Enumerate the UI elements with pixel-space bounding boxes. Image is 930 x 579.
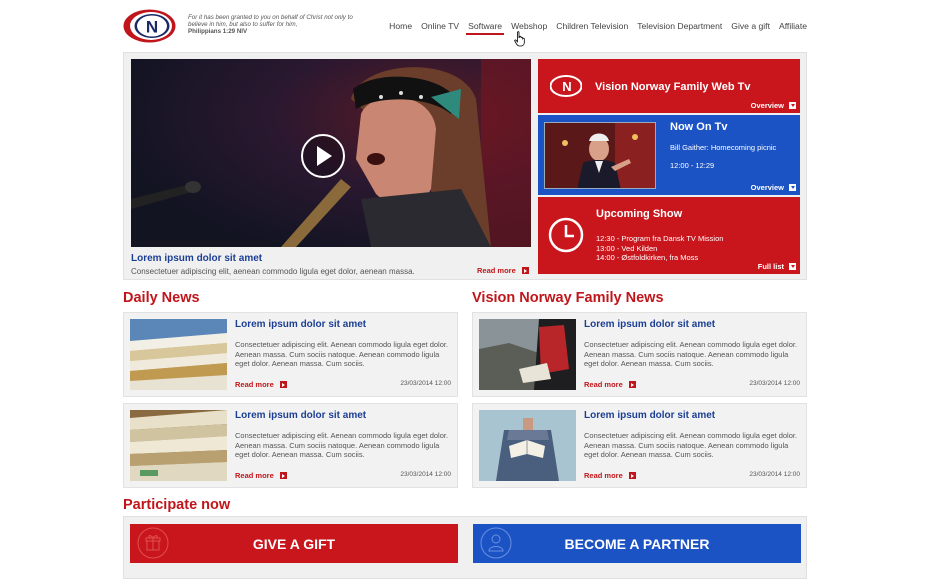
give-a-gift-button[interactable]: GIVE A GIFT [130,524,458,563]
become-a-partner-label: BECOME A PARTNER [564,535,710,552]
featured-description: Consectetuer adipiscing elit, aenean com… [131,267,415,276]
news-excerpt: Consectetuer adipiscing elit. Aenean com… [584,431,798,460]
news-date: 23/03/2014 12:00 [400,380,451,387]
news-excerpt: Consectetuer adipiscing elit. Aenean com… [235,431,449,460]
nav-children-television[interactable]: Children Television [556,21,628,31]
participate-heading: Participate now [123,497,231,513]
schedule-item[interactable]: 14:00 - Østfoldkirken, fra Moss [596,253,723,263]
news-thumbnail-reading-outdoors [479,319,576,390]
arrow-right-icon [628,381,636,388]
vision-norway-logo[interactable]: N [123,9,176,43]
nav-home[interactable]: Home [389,21,412,31]
news-date: 23/03/2014 12:00 [749,380,800,387]
read-more-label: Read more [235,380,274,389]
news-card[interactable]: Lorem ipsum dolor sit amet Consectetuer … [123,403,458,488]
read-more-label: Read more [235,471,274,480]
overview-label: Overview [750,101,784,110]
nav-affiliate[interactable]: Affiliate [779,21,807,31]
upcoming-schedule: 12:30 - Program fra Dansk TV Mission 13:… [596,234,723,263]
video-player[interactable] [131,59,531,247]
now-on-tv-time: 12:00 - 12:29 [670,161,715,170]
verse-text: For it has been granted to you on behalf… [188,14,353,28]
give-a-gift-label: GIVE A GIFT [252,535,336,552]
news-title[interactable]: Lorem ipsum dolor sit amet [235,410,366,421]
now-on-tv-info: Bill Gaither: Homecoming picnic 12:00 - … [670,143,776,171]
nav-online-tv[interactable]: Online TV [421,21,459,31]
news-card[interactable]: Lorem ipsum dolor sit amet Consectetuer … [123,312,458,397]
schedule-item[interactable]: 12:30 - Program fra Dansk TV Mission [596,234,723,244]
participate-section: GIVE A GIFT BECOME A PARTNER [123,516,807,579]
nav-software[interactable]: Software [466,21,505,35]
news-title[interactable]: Lorem ipsum dolor sit amet [584,410,715,421]
clock-icon [548,217,584,253]
video-still [131,59,531,247]
news-card[interactable]: Lorem ipsum dolor sit amet Consectetuer … [472,403,807,488]
featured-read-more[interactable]: Read more [477,266,529,275]
read-more-label: Read more [477,266,516,275]
bible-verse: For it has been granted to you on behalf… [188,14,368,35]
now-on-tv-thumbnail [544,122,656,189]
upcoming-show-title: Upcoming Show [596,208,683,220]
web-tv-title: Vision Norway Family Web Tv [595,81,751,93]
read-more-label: Read more [584,380,623,389]
news-date: 23/03/2014 12:00 [400,471,451,478]
full-list-link[interactable]: Full list [758,262,796,271]
featured-section: Lorem ipsum dolor sit amet Consectetuer … [123,52,807,280]
arrow-right-icon [279,472,287,479]
full-list-label: Full list [757,262,784,271]
hand-cursor-icon [514,31,525,47]
nav-webshop[interactable]: Webshop [511,21,547,31]
news-thumbnail-newspaper-stack [130,410,227,481]
overview-label: Overview [750,183,784,192]
person-icon [480,527,512,559]
verse-reference: Philippians 1:29 NIV [188,28,248,35]
arrow-right-icon [628,472,636,479]
now-on-tv-title: Now On Tv [670,121,728,133]
nav-give-a-gift[interactable]: Give a gift [731,21,770,31]
gift-icon [137,527,169,559]
featured-title[interactable]: Lorem ipsum dolor sit amet [131,253,262,264]
svg-text:N: N [562,79,571,94]
vision-norway-logo-white-icon: N [550,75,582,97]
chevron-down-icon [789,102,796,109]
chevron-down-icon [789,184,796,191]
now-on-tv-program: Bill Gaither: Homecoming picnic [670,143,777,152]
news-excerpt: Consectetuer adipiscing elit. Aenean com… [235,340,449,369]
arrow-right-icon [521,267,529,274]
news-read-more[interactable]: Read more [584,380,636,389]
news-excerpt: Consectetuer adipiscing elit. Aenean com… [584,340,798,369]
news-card[interactable]: Lorem ipsum dolor sit amet Consectetuer … [472,312,807,397]
family-news-heading: Vision Norway Family News [472,290,664,306]
news-title[interactable]: Lorem ipsum dolor sit amet [584,319,715,330]
read-more-label: Read more [584,471,623,480]
now-on-tv-panel[interactable]: Now On Tv Bill Gaither: Homecoming picni… [538,115,800,195]
news-read-more[interactable]: Read more [584,471,636,480]
main-nav: Home Online TV Software Webshop Children… [389,21,807,35]
news-thumbnail-man-reading-book [479,410,576,481]
news-date: 23/03/2014 12:00 [749,471,800,478]
schedule-item[interactable]: 13:00 - Ved Kilden [596,244,723,254]
news-read-more[interactable]: Read more [235,380,287,389]
now-on-tv-overview-link[interactable]: Overview [751,183,796,192]
news-title[interactable]: Lorem ipsum dolor sit amet [235,319,366,330]
chevron-down-icon [789,263,796,270]
nav-television-department[interactable]: Television Department [637,21,722,31]
news-read-more[interactable]: Read more [235,471,287,480]
web-tv-panel[interactable]: N Vision Norway Family Web Tv Overview [538,59,800,113]
logo-letter: N [146,18,158,37]
daily-news-heading: Daily News [123,290,200,306]
become-a-partner-button[interactable]: BECOME A PARTNER [473,524,801,563]
arrow-right-icon [279,381,287,388]
web-tv-overview-link[interactable]: Overview [751,101,796,110]
upcoming-show-panel[interactable]: Upcoming Show 12:30 - Program fra Dansk … [538,197,800,274]
news-thumbnail-newspapers [130,319,227,390]
